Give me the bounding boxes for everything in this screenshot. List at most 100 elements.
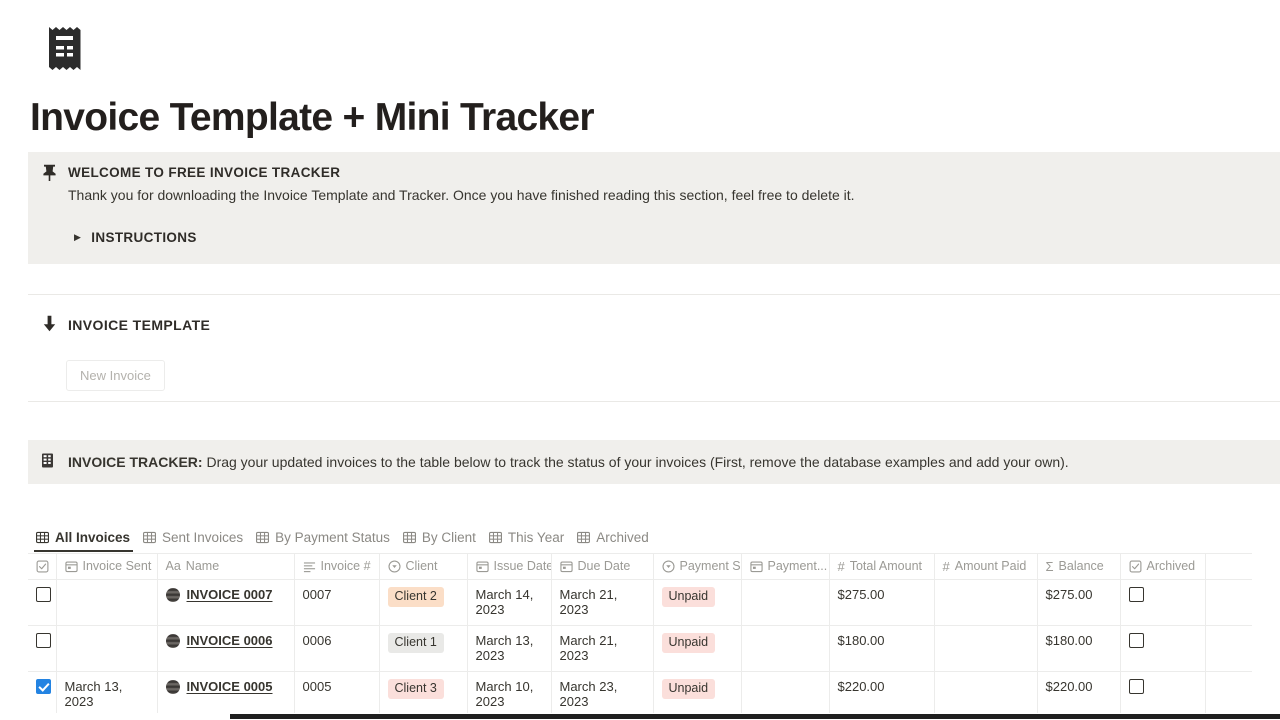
row-select-checkbox[interactable] [28, 626, 56, 672]
cell-invoice-sent[interactable] [56, 580, 157, 626]
column-header-client[interactable]: Client [379, 554, 467, 580]
cell-balance[interactable]: $180.00 [1037, 626, 1120, 672]
checkbox-icon[interactable] [36, 587, 51, 602]
status-badge: Unpaid [662, 633, 716, 653]
view-tab-archived[interactable]: Archived [573, 530, 658, 550]
add-column-header[interactable] [1205, 554, 1252, 580]
cell-archived[interactable] [1120, 580, 1205, 626]
cell-payment-status[interactable]: Unpaid [653, 580, 741, 626]
cell-name[interactable]: INVOICE 0007 [157, 580, 294, 626]
cell-invoice-number[interactable]: 0007 [294, 580, 379, 626]
view-tab-this-year[interactable]: This Year [485, 530, 573, 550]
table-row[interactable]: INVOICE 0006 0006Client 1March 13, 2023Ma… [28, 626, 1252, 672]
column-header-invoice-sent[interactable]: Invoice Sent [56, 554, 157, 580]
table-row[interactable]: March 13, 2023 INVOICE 0005 0005Client 3 Ma… [28, 672, 1252, 714]
triangle-right-icon[interactable]: ▶ [74, 233, 81, 242]
column-header-archived[interactable]: Archived [1120, 554, 1205, 580]
instructions-toggle[interactable]: ▶ INSTRUCTIONS [74, 230, 197, 245]
cell-balance[interactable]: $220.00 [1037, 672, 1120, 714]
cell-amount-paid[interactable] [934, 580, 1037, 626]
cell-client[interactable]: Client 3 [379, 672, 467, 714]
page-link[interactable]: INVOICE 0007 [187, 587, 273, 602]
cell-payment-date[interactable] [741, 672, 829, 714]
cell-value: $180.00 [1046, 633, 1093, 648]
column-header-payment[interactable]: Payment... [741, 554, 829, 580]
cell-payment-date[interactable] [741, 580, 829, 626]
invoice-template-section [28, 294, 1280, 402]
cell-amount-paid[interactable] [934, 672, 1037, 714]
cell-due-date[interactable]: March 23, 2023 [551, 672, 653, 714]
column-header-invoice[interactable]: Invoice # [294, 554, 379, 580]
checkbox-icon[interactable] [36, 633, 51, 648]
page-icon [166, 680, 180, 694]
checkbox-icon[interactable] [1129, 587, 1144, 602]
view-tab-by-payment-status[interactable]: By Payment Status [252, 530, 399, 550]
client-tag: Client 2 [388, 587, 444, 607]
scrollbar-track[interactable] [230, 714, 1280, 719]
receipt-icon[interactable] [44, 24, 86, 76]
cell-payment-status[interactable]: Unpaid [653, 626, 741, 672]
cell-amount-paid[interactable] [934, 626, 1037, 672]
view-tab-label: Sent Invoices [162, 530, 243, 545]
page-link[interactable]: INVOICE 0005 [187, 679, 273, 694]
cell-payment-status[interactable]: Unpaid [653, 672, 741, 714]
cell-client[interactable]: Client 1 [379, 626, 467, 672]
cell-total-amount[interactable]: $180.00 [829, 626, 934, 672]
cell-invoice-sent[interactable] [56, 626, 157, 672]
cell-payment-date[interactable] [741, 626, 829, 672]
column-header-name[interactable]: AaName [157, 554, 294, 580]
view-tab-sent-invoices[interactable]: Sent Invoices [139, 530, 252, 550]
cell-archived[interactable] [1120, 672, 1205, 714]
cell-invoice-number[interactable]: 0006 [294, 626, 379, 672]
checkbox-icon [1129, 560, 1142, 573]
column-header-due-date[interactable]: Due Date [551, 554, 653, 580]
cell-issue-date[interactable]: March 14, 2023 [467, 580, 551, 626]
cell-value: 0007 [303, 587, 332, 602]
cell-value: $180.00 [838, 633, 885, 648]
row-select-checkbox[interactable] [28, 580, 56, 626]
row-select-checkbox[interactable] [28, 672, 56, 714]
cell-due-date[interactable]: March 21, 2023 [551, 580, 653, 626]
column-header-select[interactable] [28, 554, 56, 580]
table-row[interactable]: INVOICE 0007 0007 Client 2 March 14, 2023 Ma… [28, 580, 1252, 626]
column-header-balance[interactable]: ΣBalance [1037, 554, 1120, 580]
table-body: INVOICE 0007 0007 Client 2 March 14, 2023 Ma… [28, 580, 1252, 714]
column-header-total-amount[interactable]: #Total Amount [829, 554, 934, 580]
cell-total-amount[interactable]: $220.00 [829, 672, 934, 714]
cell-value: $220.00 [1046, 679, 1093, 694]
database-view-tabs: All Invoices Sent Invoices By Payment Stat… [32, 524, 658, 550]
cell-issue-date[interactable]: March 10, 2023 [467, 672, 551, 714]
view-tab-by-client[interactable]: By Client [399, 530, 485, 550]
cell-balance[interactable]: $275.00 [1037, 580, 1120, 626]
checkbox-icon[interactable] [1129, 679, 1144, 694]
select-icon [662, 560, 675, 573]
cell-value: March 14, 2023 [476, 587, 534, 617]
hash-icon: # [943, 560, 950, 573]
cell-name[interactable]: INVOICE 0005 [157, 672, 294, 714]
cell-invoice-number[interactable]: 0005 [294, 672, 379, 714]
cell-invoice-sent[interactable]: March 13, 2023 [56, 672, 157, 714]
row-spacer [1205, 626, 1252, 672]
cell-value: $220.00 [838, 679, 885, 694]
cell-name[interactable]: INVOICE 0006 [157, 626, 294, 672]
column-header-amount-paid[interactable]: #Amount Paid [934, 554, 1037, 580]
cell-client[interactable]: Client 2 [379, 580, 467, 626]
cell-issue-date[interactable]: March 13, 2023 [467, 626, 551, 672]
table-icon [143, 531, 156, 544]
column-header-label: Due Date [578, 559, 631, 573]
cell-due-date[interactable]: March 21, 2023 [551, 626, 653, 672]
horizontal-scrollbar[interactable] [28, 714, 1280, 719]
column-header-payment-s[interactable]: Payment S... [653, 554, 741, 580]
instructions-toggle-label: INSTRUCTIONS [91, 230, 196, 245]
cell-total-amount[interactable]: $275.00 [829, 580, 934, 626]
new-invoice-button[interactable]: New Invoice [66, 360, 165, 391]
view-tab-all-invoices[interactable]: All Invoices [32, 530, 139, 550]
page-link[interactable]: INVOICE 0006 [187, 633, 273, 648]
cell-value: March 10, 2023 [476, 679, 534, 709]
cell-archived[interactable] [1120, 626, 1205, 672]
checkbox-icon[interactable] [36, 679, 51, 694]
date-icon [750, 560, 763, 573]
view-tab-label: All Invoices [55, 530, 130, 545]
checkbox-icon[interactable] [1129, 633, 1144, 648]
column-header-issue-date[interactable]: Issue Date [467, 554, 551, 580]
